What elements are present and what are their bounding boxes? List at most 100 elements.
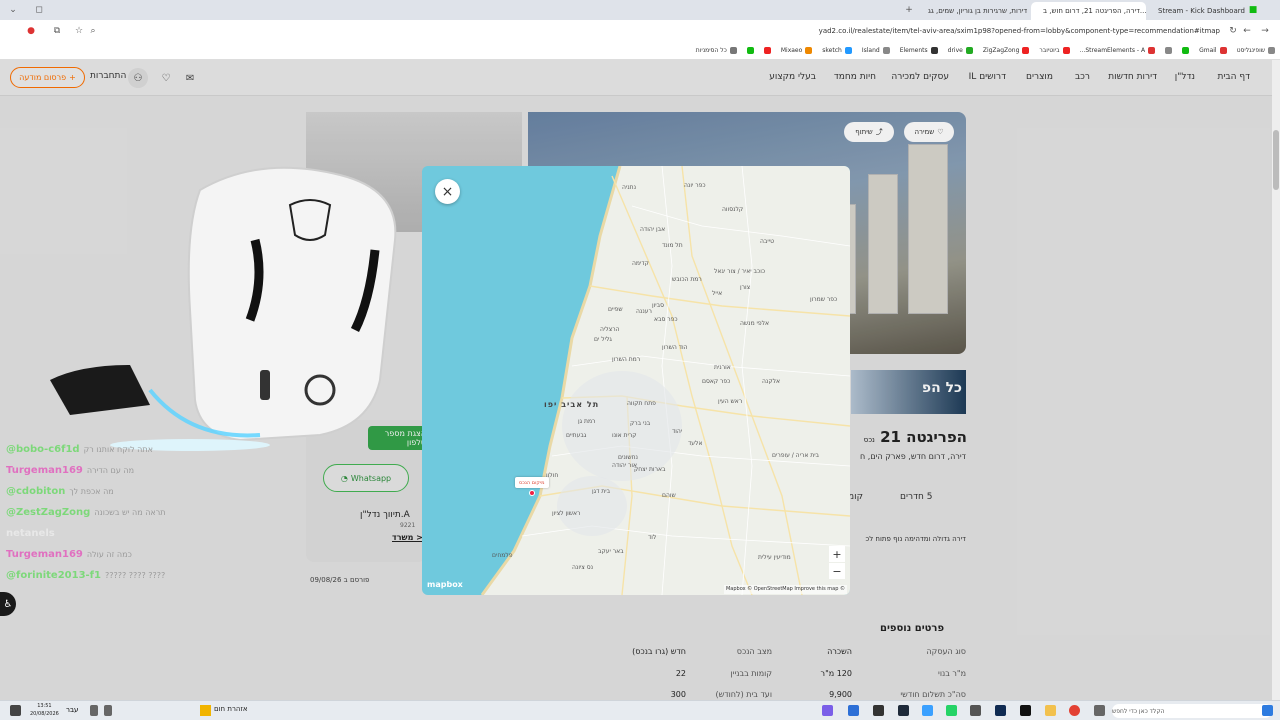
app-icon[interactable] bbox=[1020, 705, 1031, 716]
bookmark-icon bbox=[763, 47, 771, 54]
chat-username: @forinite2013-f1 bbox=[6, 570, 101, 581]
town-label: אייל bbox=[712, 290, 723, 297]
scrollbar-thumb[interactable] bbox=[1273, 130, 1279, 190]
town-label: נס ציונה bbox=[572, 564, 594, 571]
bookmark-item[interactable] bbox=[1160, 47, 1177, 54]
bookmark-icon bbox=[1182, 47, 1190, 54]
chat-message: @bobo-c6f1d אתה לוקח אותנו רק bbox=[6, 444, 153, 455]
app-icon[interactable] bbox=[873, 705, 884, 716]
volume-icon[interactable] bbox=[104, 705, 112, 716]
location-pin-icon[interactable] bbox=[529, 490, 535, 496]
youtube-icon bbox=[1062, 47, 1070, 54]
zoom-out-button[interactable]: − bbox=[829, 563, 845, 579]
town-label: בארות יצחק bbox=[634, 466, 666, 473]
app-icon[interactable] bbox=[922, 705, 933, 716]
whatsapp-icon[interactable] bbox=[946, 705, 957, 716]
town-label: באר יעקב bbox=[598, 548, 624, 555]
tab-listing[interactable]: דירה, הפריגטה 21, דרום חוש, ב... bbox=[1031, 2, 1146, 20]
town-label: לוד bbox=[648, 534, 657, 541]
windows-taskbar: 13:51 20/08/2026 עבר אזהרת חום הקלד כאן כ… bbox=[0, 700, 1280, 720]
map-attribution[interactable]: Mapbox © OpenStreetMap Improve this map … bbox=[723, 585, 847, 594]
bookmark-item[interactable]: שופינגליסט bbox=[1232, 47, 1280, 54]
town-label: גליל ים bbox=[594, 336, 612, 343]
back-icon[interactable]: ← bbox=[1240, 24, 1254, 38]
town-label: רמת גן bbox=[578, 418, 596, 425]
bookmark-icon bbox=[746, 47, 754, 54]
bookmark-item[interactable]: Elements bbox=[895, 47, 943, 54]
bookmark-item[interactable]: StreamElements - A... bbox=[1075, 47, 1161, 54]
windows-start-icon[interactable] bbox=[1262, 705, 1273, 716]
app-icon[interactable] bbox=[848, 705, 859, 716]
chat-message: Turgeman169 כמה זה עולה bbox=[6, 549, 132, 560]
chat-text: ????? ???? ???? bbox=[104, 571, 166, 580]
bookmark-item[interactable] bbox=[742, 47, 759, 54]
zoom-in-button[interactable]: + bbox=[829, 546, 845, 562]
photoshop-icon[interactable] bbox=[995, 705, 1006, 716]
wifi-icon[interactable] bbox=[90, 705, 98, 716]
window-restore-icon[interactable]: ◻ bbox=[32, 3, 46, 17]
folder-icon bbox=[729, 47, 737, 54]
town-label: בית דגן bbox=[592, 488, 611, 495]
kick-extension-icon[interactable]: ■ bbox=[1246, 3, 1260, 17]
system-clock[interactable]: 13:51 20/08/2026 bbox=[30, 702, 59, 718]
new-tab-button[interactable]: + bbox=[902, 3, 916, 17]
town-label: אורנית bbox=[714, 364, 731, 371]
bookmark-icon bbox=[882, 47, 890, 54]
town-label: נחשונים bbox=[618, 454, 638, 461]
extensions-icon[interactable]: ⧉ bbox=[50, 24, 64, 38]
task-view-icon[interactable] bbox=[1094, 705, 1105, 716]
town-label: כוכב יאיר / צור יגאל bbox=[714, 268, 765, 275]
town-label: קדימה bbox=[632, 260, 649, 267]
map-canvas[interactable] bbox=[422, 166, 850, 595]
property-pin-label[interactable]: מיקום הנכס bbox=[515, 477, 549, 488]
all-bookmarks[interactable]: כל הסימניות bbox=[691, 47, 742, 54]
opera-icon[interactable]: ● bbox=[24, 24, 38, 38]
tab-search-icon[interactable]: ⌄ bbox=[6, 3, 20, 17]
notification-icon[interactable] bbox=[10, 705, 21, 716]
bookmark-item[interactable]: Gmail bbox=[1194, 47, 1232, 54]
chat-username: netanels bbox=[6, 528, 55, 539]
stream-chat-overlay: @bobo-c6f1d אתה לוקח אותנו רק Turgeman169 מ… bbox=[0, 440, 320, 590]
chat-text: תראה מה יש בשכונה bbox=[94, 508, 166, 517]
page-scrollbar[interactable] bbox=[1272, 60, 1280, 700]
refresh-icon[interactable]: ↻ bbox=[1226, 24, 1240, 38]
town-label: כפר סבא bbox=[654, 316, 678, 323]
app-icon[interactable] bbox=[898, 705, 909, 716]
chat-message: @cdobiton מה אכפת לך bbox=[6, 486, 114, 497]
close-icon[interactable]: × bbox=[435, 179, 460, 204]
town-label: פתח תקווה bbox=[627, 400, 656, 407]
bookmark-item[interactable]: Island bbox=[857, 47, 895, 54]
weather-alert[interactable]: אזהרת חום bbox=[214, 705, 248, 713]
town-label: כפר שמרון bbox=[810, 296, 838, 303]
bookmark-item[interactable]: ביוטיובר bbox=[1034, 47, 1074, 54]
app-icon[interactable] bbox=[970, 705, 981, 716]
taskbar-search-input[interactable]: הקלד כאן כדי לחפש bbox=[1112, 704, 1272, 718]
folder-icon[interactable] bbox=[1045, 705, 1056, 716]
bookmark-item[interactable] bbox=[1177, 47, 1194, 54]
map-modal[interactable]: נתניה כפר יונה קלנסווה אבן יהודה טייבה תל מונ… bbox=[422, 166, 850, 595]
tab-rentals[interactable]: דירות, שרגירות בן גוריון, שמים, גג bbox=[916, 2, 1031, 20]
town-label: אלעד bbox=[688, 440, 703, 447]
mapbox-logo[interactable]: mapbox bbox=[427, 580, 463, 589]
bookmark-item[interactable] bbox=[759, 47, 776, 54]
bookmark-star-icon[interactable]: ☆ bbox=[72, 24, 86, 38]
chrome-icon[interactable] bbox=[1069, 705, 1080, 716]
language-indicator[interactable]: עבר bbox=[66, 706, 78, 714]
forward-icon[interactable]: → bbox=[1258, 24, 1272, 38]
url-field[interactable]: yad2.co.il/realestate/item/tel-aviv-area… bbox=[110, 24, 1220, 38]
bookmark-item[interactable]: drive bbox=[943, 47, 978, 54]
chat-text: כמה זה עולה bbox=[86, 550, 132, 559]
bookmark-item[interactable]: sketch bbox=[817, 47, 857, 54]
town-label: קרית אונו bbox=[612, 432, 637, 439]
bookmark-item[interactable]: Mixaeo bbox=[776, 47, 817, 54]
chat-text: אתה לוקח אותנו רק bbox=[83, 445, 154, 454]
app-icon[interactable] bbox=[822, 705, 833, 716]
browser-tab-bar: ⌄ ◻ + דירות, שרגירות בן גוריון, שמים, גג… bbox=[0, 0, 1280, 20]
bookmark-item[interactable]: ZigZagZong bbox=[978, 47, 1035, 54]
city-label-tel-aviv: תל אביב יפו bbox=[544, 400, 600, 409]
chat-message: Turgeman169 מה עם הדירה bbox=[6, 465, 134, 476]
zoom-icon[interactable]: ⌕ bbox=[86, 24, 100, 38]
chat-message: netanels bbox=[6, 528, 59, 539]
tab-kick-dashboard[interactable]: Stream - Kick Dashboard bbox=[1146, 2, 1246, 20]
chat-username: Turgeman169 bbox=[6, 465, 83, 476]
